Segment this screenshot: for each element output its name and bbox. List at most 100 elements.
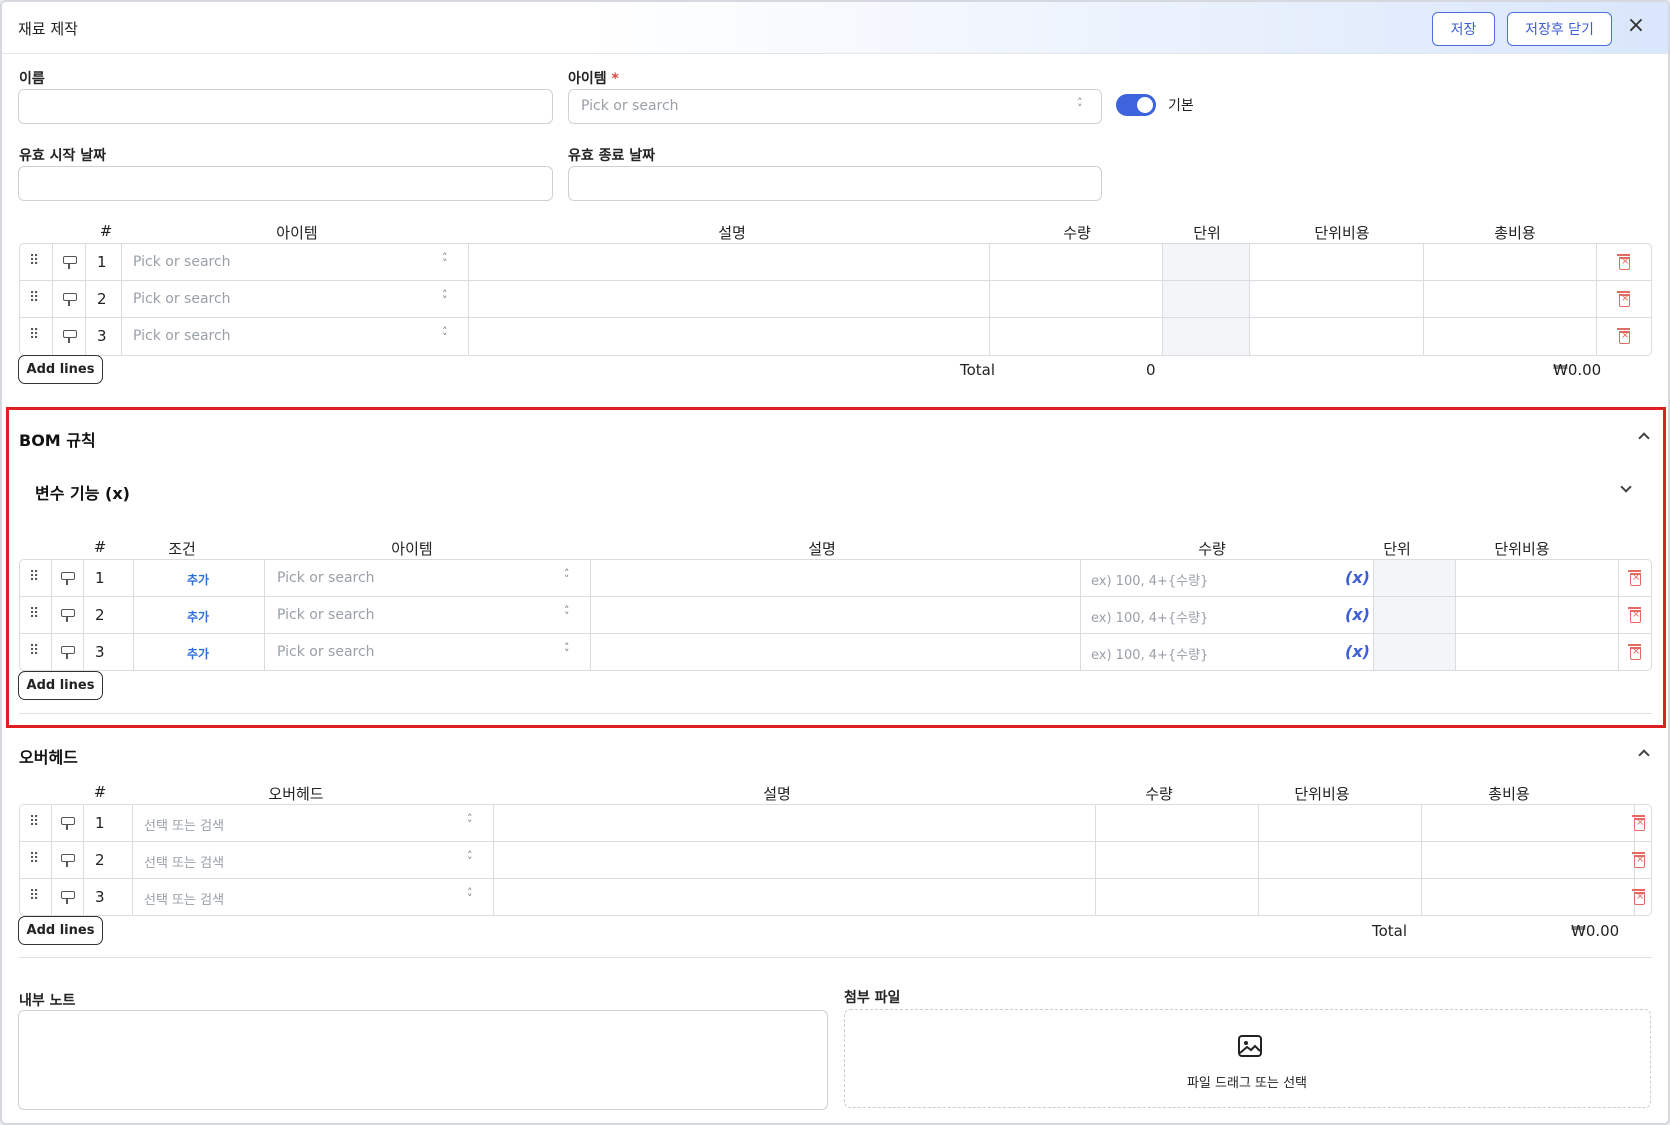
insert-row-icon[interactable] — [63, 293, 77, 306]
unit-cost-input[interactable] — [1456, 560, 1619, 597]
condition-cell[interactable]: 추가 — [134, 560, 265, 597]
insert-row-icon[interactable] — [61, 572, 75, 585]
file-dropzone[interactable]: 파일 드래그 또는 선택 — [844, 1009, 1651, 1108]
name-input[interactable] — [18, 89, 553, 124]
unit-cost-input[interactable] — [1456, 634, 1619, 670]
default-toggle[interactable] — [1116, 94, 1156, 116]
description-input[interactable] — [494, 842, 1096, 879]
description-input[interactable] — [469, 318, 990, 355]
valid-from-input[interactable] — [18, 166, 553, 201]
quantity-input[interactable] — [990, 281, 1163, 318]
delete-row-icon[interactable] — [1632, 852, 1645, 868]
chevron-updown-icon: ˄ ˅ — [564, 604, 570, 623]
variable-function-icon[interactable]: (x) — [1345, 568, 1370, 587]
description-input[interactable] — [494, 879, 1096, 915]
insert-row-icon[interactable] — [63, 256, 77, 269]
condition-cell[interactable]: 추가 — [134, 634, 265, 670]
description-input[interactable] — [494, 805, 1096, 842]
insert-row-icon[interactable] — [61, 609, 75, 622]
item-select[interactable]: Pick or search ˄ ˅ — [568, 89, 1102, 124]
drag-handle-icon[interactable]: ⠿ — [29, 327, 39, 343]
item-select[interactable]: Pick or search ˄ ˅ — [265, 597, 591, 634]
save-button[interactable]: 저장 — [1432, 12, 1495, 46]
total-label: Total — [1372, 922, 1408, 940]
quantity-input[interactable] — [1096, 842, 1259, 879]
row-number: 2 — [95, 606, 105, 624]
delete-row-icon[interactable] — [1617, 328, 1630, 344]
overhead-table: ⠿ 1 선택 또는 검색 ˄˅ ⠿ 2 선택 또는 검색 ˄˅ ⠿ 3 — [19, 804, 1652, 916]
quantity-formula-input[interactable]: ex) 100, 4+{수량} (x) — [1081, 634, 1374, 670]
drag-handle-icon[interactable]: ⠿ — [29, 606, 39, 622]
item-select[interactable]: Pick or search ˄ ˅ — [122, 318, 469, 355]
item-select[interactable]: Pick or search ˄ ˅ — [122, 244, 469, 281]
drag-handle-icon[interactable]: ⠿ — [29, 643, 39, 659]
quantity-formula-input[interactable]: ex) 100, 4+{수량} (x) — [1081, 560, 1374, 597]
delete-row-icon[interactable] — [1617, 291, 1630, 307]
drag-handle-icon[interactable]: ⠿ — [29, 290, 39, 306]
col-header-unit: 단위 — [1193, 224, 1221, 242]
unit-cost-input[interactable] — [1259, 879, 1422, 915]
condition-add-link[interactable]: 추가 — [187, 571, 209, 588]
insert-row-icon[interactable] — [61, 854, 75, 867]
add-lines-button[interactable]: Add lines — [18, 916, 103, 945]
variable-function-icon[interactable]: (x) — [1345, 605, 1370, 624]
valid-to-input[interactable] — [568, 166, 1102, 201]
save-and-close-button[interactable]: 저장후 닫기 — [1507, 12, 1612, 46]
collapse-chevron-icon[interactable] — [1638, 749, 1650, 761]
unit-cost-input[interactable] — [1250, 244, 1424, 281]
chevron-updown-icon: ˄ ˅ — [467, 886, 473, 905]
item-select[interactable]: Pick or search ˄ ˅ — [265, 634, 591, 670]
quantity-formula-input[interactable]: ex) 100, 4+{수량} (x) — [1081, 597, 1374, 634]
quantity-input[interactable] — [990, 244, 1163, 281]
item-select[interactable]: Pick or search ˄ ˅ — [122, 281, 469, 318]
unit-cost-input[interactable] — [1259, 805, 1422, 842]
insert-row-icon[interactable] — [61, 646, 75, 659]
insert-row-icon[interactable] — [61, 891, 75, 904]
drag-handle-icon[interactable]: ⠿ — [29, 851, 39, 867]
description-input[interactable] — [591, 597, 1081, 634]
unit-cost-input[interactable] — [1250, 318, 1424, 355]
unit-cost-input[interactable] — [1250, 281, 1424, 318]
close-icon[interactable]: × — [1624, 14, 1648, 38]
delete-row-icon[interactable] — [1628, 644, 1641, 660]
condition-cell[interactable]: 추가 — [134, 597, 265, 634]
insert-row-icon[interactable] — [63, 330, 77, 343]
overhead-select[interactable]: 선택 또는 검색 ˄ ˅ — [133, 805, 494, 842]
drag-handle-icon[interactable]: ⠿ — [29, 253, 39, 269]
delete-row-icon[interactable] — [1617, 254, 1630, 270]
delete-row-icon[interactable] — [1632, 889, 1645, 905]
variable-function-icon[interactable]: (x) — [1345, 642, 1370, 661]
chevron-updown-icon: ˄ ˅ — [467, 812, 473, 831]
description-input[interactable] — [469, 281, 990, 318]
unit-cost-input[interactable] — [1259, 842, 1422, 879]
chevron-updown-icon: ˄ ˅ — [442, 288, 448, 307]
delete-row-icon[interactable] — [1628, 570, 1641, 586]
unit-cost-input[interactable] — [1456, 597, 1619, 634]
condition-add-link[interactable]: 추가 — [187, 608, 209, 625]
description-input[interactable] — [469, 244, 990, 281]
add-lines-button[interactable]: Add lines — [18, 355, 103, 384]
overhead-select[interactable]: 선택 또는 검색 ˄ ˅ — [133, 879, 494, 915]
quantity-input[interactable] — [1096, 879, 1259, 915]
overhead-select-placeholder: 선택 또는 검색 — [144, 893, 225, 908]
drag-handle-icon[interactable]: ⠿ — [29, 814, 39, 830]
delete-row-icon[interactable] — [1632, 815, 1645, 831]
col-header-num: # — [93, 783, 107, 801]
col-header-num: # — [99, 222, 113, 240]
internal-notes-textarea[interactable] — [18, 1010, 828, 1110]
description-input[interactable] — [591, 560, 1081, 597]
drag-handle-icon[interactable]: ⠿ — [29, 569, 39, 585]
col-header-quantity: 수량 — [1145, 785, 1173, 803]
drag-handle-icon[interactable]: ⠿ — [29, 888, 39, 904]
quantity-input[interactable] — [990, 318, 1163, 355]
insert-row-icon[interactable] — [61, 817, 75, 830]
description-input[interactable] — [591, 634, 1081, 670]
item-select[interactable]: Pick or search ˄ ˅ — [265, 560, 591, 597]
quantity-input[interactable] — [1096, 805, 1259, 842]
variables-title: 변수 기능 (x) — [35, 484, 130, 503]
condition-add-link[interactable]: 추가 — [187, 645, 209, 662]
delete-row-icon[interactable] — [1628, 607, 1641, 623]
add-lines-button[interactable]: Add lines — [18, 671, 103, 700]
overhead-select[interactable]: 선택 또는 검색 ˄ ˅ — [133, 842, 494, 879]
total-cost-cell — [1424, 318, 1597, 355]
